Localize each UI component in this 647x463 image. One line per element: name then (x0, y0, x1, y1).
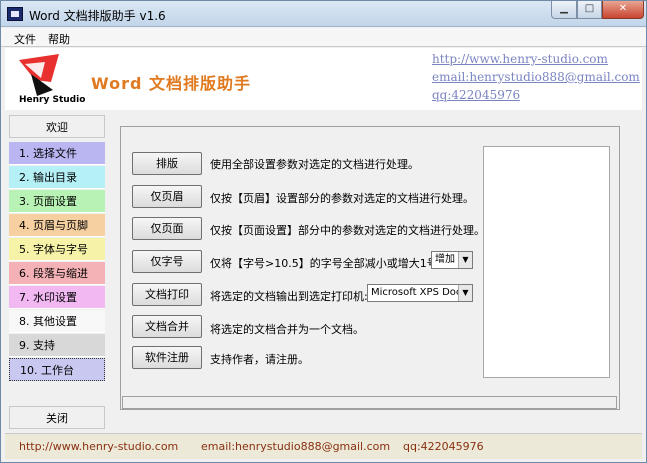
sidebar-item-page-setup[interactable]: 3. 页面设置 (9, 190, 105, 213)
sidebar: 欢迎 1. 选择文件 2. 输出目录 3. 页面设置 4. 页眉与页脚 5. 字… (9, 115, 106, 433)
sidebar-item-select-file[interactable]: 1. 选择文件 (9, 142, 105, 165)
menu-file[interactable]: 文件 (14, 31, 36, 47)
register-description: 支持作者，请注册。 (210, 353, 309, 366)
website-link[interactable]: http://www.henry-studio.com (432, 52, 608, 66)
maximize-button[interactable]: □ (577, 1, 602, 19)
sidebar-item-watermark[interactable]: 7. 水印设置 (9, 286, 105, 309)
preview-pane (483, 146, 610, 378)
menu-bar: 文件 帮助 (1, 28, 646, 47)
header-only-description: 仅按【页眉】设置部分的参数对选定的文档进行处理。 (210, 192, 474, 205)
font-size-direction-select[interactable]: 增加 ▼ (431, 251, 473, 269)
register-button[interactable]: 软件注册 (132, 346, 202, 369)
footer-qq[interactable]: qq:422045976 (403, 440, 484, 453)
logo-text: Henry Studio (19, 95, 86, 105)
email-link[interactable]: email:henrystudio888@gmail.com (432, 70, 640, 84)
merge-description: 将选定的文档合并为一个文档。 (210, 323, 364, 336)
footer-website[interactable]: http://www.henry-studio.com (19, 440, 178, 453)
sidebar-item-other[interactable]: 8. 其他设置 (9, 310, 105, 333)
close-window-button[interactable]: ✕ (602, 1, 644, 19)
progress-bar (122, 396, 617, 409)
sidebar-item-paragraph[interactable]: 6. 段落与缩进 (9, 262, 105, 285)
font-size-only-description: 仅将【字号>10.5】的字号全部减小或增大1号。 (210, 257, 449, 270)
window-title: Word 文档排版助手 v1.6 (29, 9, 166, 23)
menu-help[interactable]: 帮助 (48, 31, 70, 47)
print-description: 将选定的文档输出到选定打印机: (210, 290, 368, 303)
app-title: Word 文档排版助手 (91, 74, 251, 93)
sidebar-item-workbench[interactable]: 10. 工作台 (9, 358, 105, 381)
header-only-button[interactable]: 仅页眉 (132, 185, 202, 208)
title-bar[interactable]: Word 文档排版助手 v1.6 ▁ □ ✕ (1, 1, 646, 27)
merge-button[interactable]: 文档合并 (132, 315, 202, 338)
footer-email[interactable]: email:henrystudio888@gmail.com (201, 440, 390, 453)
sidebar-item-header-footer[interactable]: 4. 页眉与页脚 (9, 214, 105, 237)
minimize-button[interactable]: ▁ (551, 1, 577, 19)
app-icon (7, 7, 23, 21)
header-banner: Henry Studio Word 文档排版助手 http://www.henr… (5, 48, 642, 110)
typeset-description: 使用全部设置参数对选定的文档进行处理。 (210, 158, 419, 171)
sidebar-item-close[interactable]: 关闭 (9, 406, 105, 429)
sidebar-item-support[interactable]: 9. 支持 (9, 334, 105, 357)
print-button[interactable]: 文档打印 (132, 283, 202, 306)
sidebar-item-font[interactable]: 5. 字体与字号 (9, 238, 105, 261)
font-size-only-button[interactable]: 仅字号 (132, 250, 202, 273)
page-only-button[interactable]: 仅页面 (132, 217, 202, 240)
printer-select[interactable]: Microsoft XPS Docur ▼ (367, 284, 473, 302)
sidebar-item-output-dir[interactable]: 2. 输出目录 (9, 166, 105, 189)
typeset-button[interactable]: 排版 (132, 152, 202, 175)
printer-value: Microsoft XPS Docur (371, 287, 472, 298)
app-window: Word 文档排版助手 v1.6 ▁ □ ✕ 文件 帮助 Henry Studi… (0, 0, 647, 463)
chevron-down-icon[interactable]: ▼ (458, 285, 472, 301)
qq-link[interactable]: qq:422045976 (432, 88, 520, 102)
font-size-direction-value: 增加 (435, 254, 455, 265)
footer-bar: http://www.henry-studio.com email:henrys… (5, 433, 642, 459)
chevron-down-icon[interactable]: ▼ (458, 252, 472, 268)
page-only-description: 仅按【页面设置】部分中的参数对选定的文档进行处理。 (210, 224, 485, 237)
sidebar-item-welcome[interactable]: 欢迎 (9, 115, 105, 138)
